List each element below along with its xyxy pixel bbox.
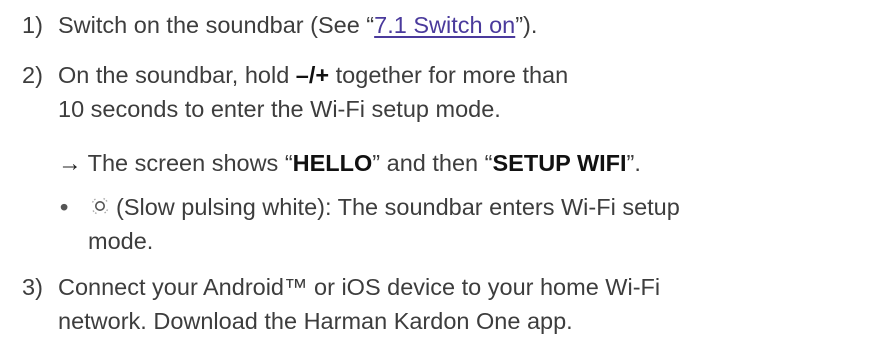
step-text-part: together for more than [329, 62, 569, 88]
result-line: → The screen shows “HELLO” and then “SET… [58, 146, 641, 180]
step-text: Connect your Android™ or iOS device to y… [58, 270, 660, 338]
step-line: On the soundbar, hold –/+ together for m… [58, 58, 568, 92]
bullet-dot: • [60, 194, 69, 220]
switch-on-link[interactable]: 7.1 Switch on [374, 12, 515, 38]
step-line: Connect your Android™ or iOS device to y… [58, 274, 661, 300]
screen-text-hello: HELLO [292, 150, 373, 176]
step-text: On the soundbar, hold –/+ together for m… [58, 58, 568, 126]
volume-keys-label: –/+ [295, 62, 330, 88]
step-text-part: Switch on the soundbar (See “ [58, 12, 375, 38]
bullet-line: (Slow pulsing white): The soundbar enter… [88, 190, 680, 224]
step-line: network. Download the Harman Kardon One … [58, 308, 573, 334]
step-number: 3) [22, 274, 43, 300]
bullet-line: mode. [88, 228, 154, 254]
step-line: 10 seconds to enter the Wi-Fi setup mode… [58, 96, 501, 122]
step-text-part: On the soundbar, hold [58, 62, 296, 88]
bullet-text-part: (Slow pulsing white): The soundbar enter… [116, 194, 680, 220]
step-number: 1) [22, 12, 43, 38]
slow-pulsing-led-icon [88, 193, 112, 217]
result-text-part: ” and then “ [372, 150, 493, 176]
result-text-part: ”. [626, 150, 641, 176]
step-number: 2) [22, 62, 43, 88]
result-text-part: The screen shows “ [81, 150, 293, 176]
step-text: Switch on the soundbar (See “7.1 Switch … [58, 8, 537, 42]
step-text-part: ”). [515, 12, 538, 38]
arrow-right-icon: → [58, 150, 82, 176]
instruction-page: 1) Switch on the soundbar (See “7.1 Swit… [0, 0, 875, 354]
bullet-text: (Slow pulsing white): The soundbar enter… [88, 190, 680, 258]
screen-text-setup-wifi: SETUP WIFI [492, 150, 627, 176]
